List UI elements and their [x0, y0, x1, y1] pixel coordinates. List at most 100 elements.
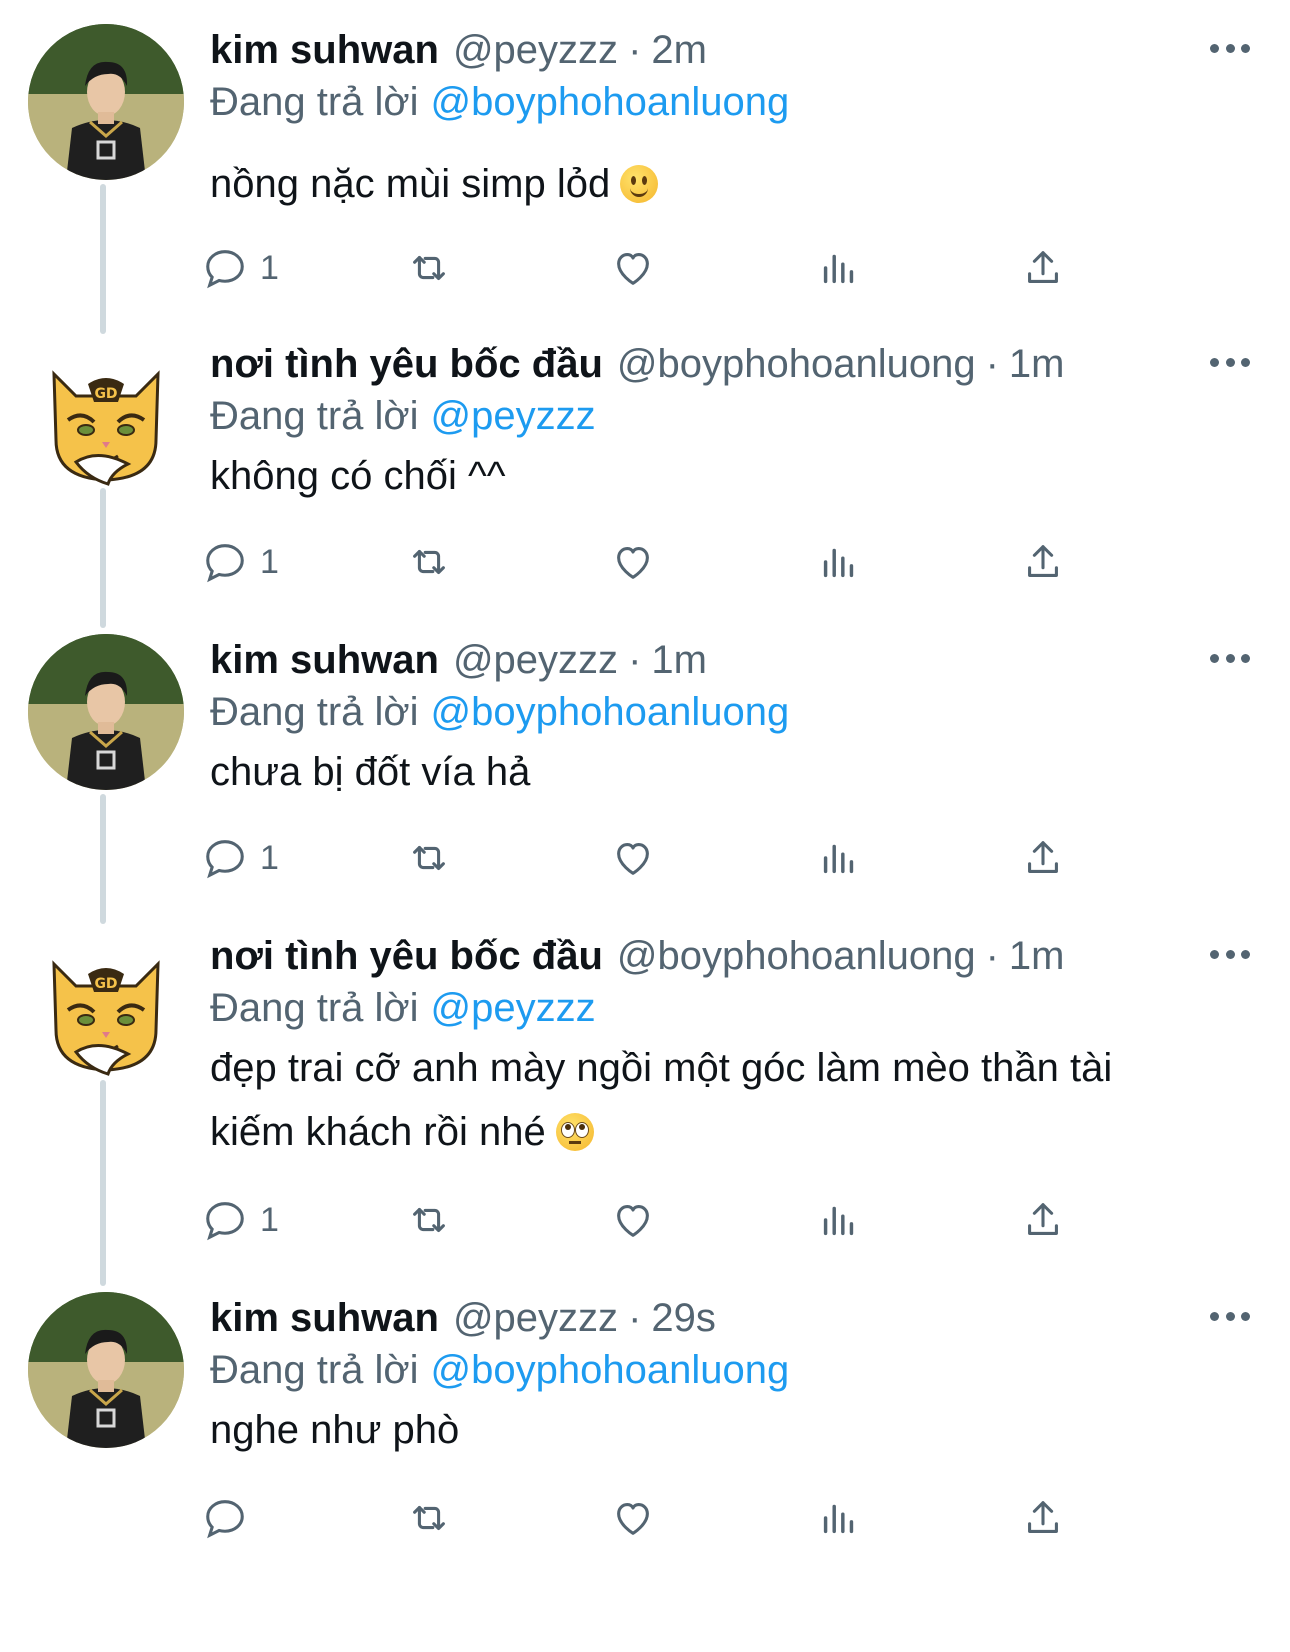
separator: · [628, 638, 642, 682]
retweet-button[interactable] [406, 536, 452, 588]
like-button[interactable] [610, 832, 656, 884]
reply-icon [206, 1500, 244, 1539]
more-options-icon[interactable] [1210, 350, 1250, 374]
tweet[interactable]: kim suhwan @peyzzz · 29s Đang trả lời @bo… [0, 1292, 1290, 1632]
reply-button[interactable]: 1 [202, 832, 279, 884]
tweet-header: nơi tình yêu bốc đầu @boyphohoanluong · … [210, 338, 1250, 390]
tweet-content: kim suhwan @peyzzz · 1m Đang trả lời @boy… [206, 634, 1250, 879]
timestamp[interactable]: 29s [651, 1292, 716, 1344]
replying-to: Đang trả lời @peyzzz [210, 390, 1250, 442]
like-button[interactable] [610, 536, 656, 588]
author-handle[interactable]: @peyzzz [453, 1292, 618, 1344]
author-handle[interactable]: @boyphohoanluong [617, 338, 976, 390]
author-name[interactable]: nơi tình yêu bốc đầu [210, 338, 603, 390]
mention-link[interactable]: @boyphohoanluong [431, 80, 790, 124]
views-button[interactable] [816, 1492, 862, 1544]
retweet-icon [413, 1505, 445, 1531]
tweet-text: nồng nặc mùi simp lỏd [210, 152, 1250, 216]
separator: · [985, 934, 999, 978]
retweet-button[interactable] [406, 832, 452, 884]
retweet-button[interactable] [406, 1492, 452, 1544]
tweet[interactable]: kim suhwan @peyzzz · 2m Đang trả lời @boy… [0, 24, 1290, 334]
thread-line [100, 1080, 106, 1286]
retweet-button[interactable] [406, 1194, 452, 1246]
like-button[interactable] [610, 1194, 656, 1246]
more-options-icon[interactable] [1210, 36, 1250, 60]
more-options-icon[interactable] [1210, 942, 1250, 966]
retweet-button[interactable] [406, 242, 452, 294]
timestamp[interactable]: 1m [1009, 338, 1065, 390]
views-icon [823, 1206, 854, 1236]
share-button[interactable] [1020, 242, 1066, 294]
separator: · [985, 342, 999, 386]
like-icon [617, 1503, 649, 1535]
avatar[interactable] [28, 634, 184, 790]
replying-to-label: Đang trả lời [210, 394, 419, 438]
retweet-icon [413, 549, 445, 575]
author-handle[interactable]: @boyphohoanluong [617, 930, 976, 982]
tweet-content: nơi tình yêu bốc đầu @boyphohoanluong · … [206, 930, 1250, 1241]
views-button[interactable] [816, 832, 862, 884]
reply-thread: kim suhwan @peyzzz · 2m Đang trả lời @boy… [0, 0, 1290, 1652]
avatar[interactable] [28, 1292, 184, 1448]
tweet[interactable]: GD nơi tình yêu bốc đầu @boyphohoanluong… [0, 930, 1290, 1286]
views-button[interactable] [816, 536, 862, 588]
separator: · [628, 1296, 642, 1340]
svg-text:GD: GD [94, 386, 117, 402]
avatar[interactable]: GD [28, 344, 184, 500]
tweet-text: nghe như phò [210, 1398, 1250, 1462]
retweet-icon [413, 255, 445, 281]
reply-count: 1 [260, 838, 279, 877]
share-button[interactable] [1020, 1194, 1066, 1246]
replying-to-label: Đang trả lời [210, 80, 419, 124]
timestamp[interactable]: 1m [651, 634, 707, 686]
author-name[interactable]: kim suhwan [210, 1292, 439, 1344]
views-icon [823, 548, 854, 578]
author-name[interactable]: nơi tình yêu bốc đầu [210, 930, 603, 982]
avatar[interactable] [28, 24, 184, 180]
avatar[interactable]: GD [28, 934, 184, 1090]
views-button[interactable] [816, 1194, 862, 1246]
mention-link[interactable]: @peyzzz [431, 394, 596, 438]
tweet-text-body: nghe như phò [210, 1408, 460, 1452]
replying-to: Đang trả lời @boyphohoanluong [210, 76, 1250, 128]
replying-to: Đang trả lời @boyphohoanluong [210, 686, 1250, 738]
timestamp[interactable]: 2m [651, 24, 707, 76]
share-button[interactable] [1020, 1492, 1066, 1544]
tweet[interactable]: GD nơi tình yêu bốc đầu @boyphohoanluong… [0, 338, 1290, 628]
mention-link[interactable]: @peyzzz [431, 986, 596, 1030]
timestamp[interactable]: 1m [1009, 930, 1065, 982]
mention-link[interactable]: @boyphohoanluong [431, 690, 790, 734]
tweet-header: kim suhwan @peyzzz · 2m [210, 24, 1250, 76]
more-options-icon[interactable] [1210, 1304, 1250, 1328]
views-button[interactable] [816, 242, 862, 294]
author-name[interactable]: kim suhwan [210, 634, 439, 686]
retweet-icon [413, 845, 445, 871]
author-handle[interactable]: @peyzzz [453, 24, 618, 76]
views-icon [823, 1504, 854, 1534]
share-icon [1028, 841, 1058, 873]
like-button[interactable] [610, 242, 656, 294]
replying-to: Đang trả lời @boyphohoanluong [210, 1344, 1250, 1396]
author-name[interactable]: kim suhwan [210, 24, 439, 76]
tweet-actions: 1 [206, 242, 1110, 294]
tweet-text-body: chưa bị đốt vía hả [210, 750, 531, 794]
like-icon [617, 843, 649, 875]
tweet-text: không có chối ^^ [210, 444, 1250, 508]
tweet-text: chưa bị đốt vía hả [210, 740, 1250, 804]
reply-button[interactable] [202, 1492, 260, 1544]
tweet-text: đẹp trai cỡ anh mày ngồi một góc làm mèo… [210, 1036, 1250, 1164]
like-button[interactable] [610, 1492, 656, 1544]
tweet[interactable]: kim suhwan @peyzzz · 1m Đang trả lời @boy… [0, 634, 1290, 924]
reply-button[interactable]: 1 [202, 536, 279, 588]
more-options-icon[interactable] [1210, 646, 1250, 670]
share-icon [1028, 545, 1058, 577]
share-button[interactable] [1020, 832, 1066, 884]
reply-button[interactable]: 1 [202, 242, 279, 294]
share-button[interactable] [1020, 536, 1066, 588]
reply-button[interactable]: 1 [202, 1194, 279, 1246]
slightly-smiling-face-icon [620, 165, 659, 203]
mention-link[interactable]: @boyphohoanluong [431, 1348, 790, 1392]
share-icon [1028, 251, 1058, 283]
author-handle[interactable]: @peyzzz [453, 634, 618, 686]
